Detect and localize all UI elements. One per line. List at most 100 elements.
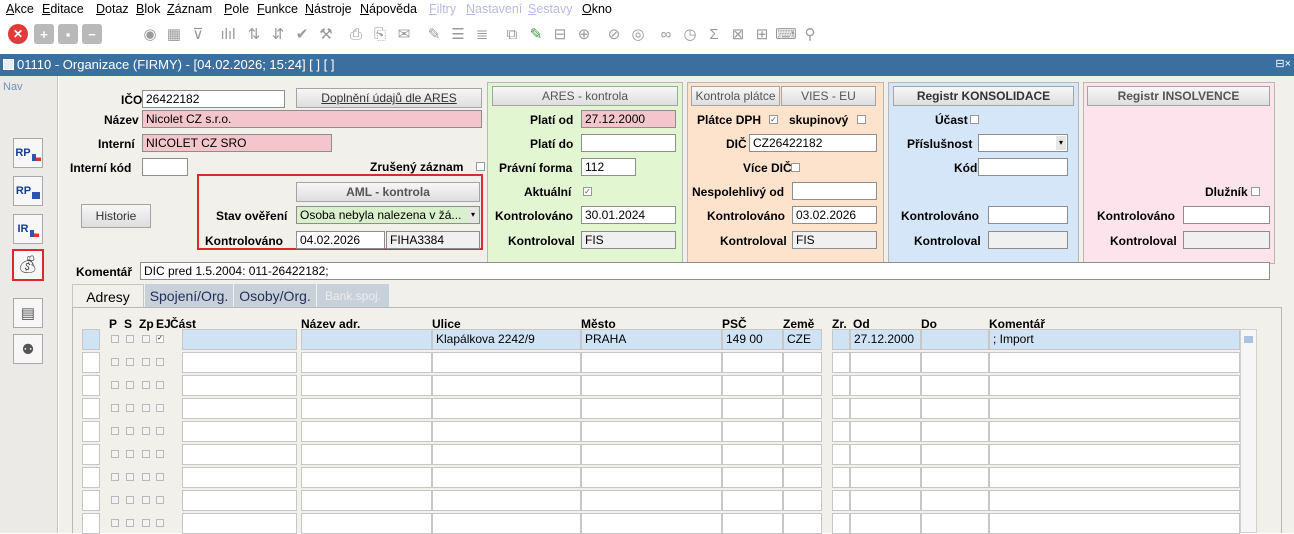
table-cell[interactable] (581, 352, 722, 373)
row-checkbox[interactable] (111, 519, 119, 527)
aml-kontrolovano-field[interactable]: 04.02.2026 (296, 231, 385, 249)
historie-button[interactable]: Historie (81, 204, 151, 228)
excel-icon[interactable]: ⊠ (728, 24, 748, 44)
row-checkbox[interactable] (126, 358, 134, 366)
table-cell[interactable] (783, 375, 822, 396)
row-checkbox[interactable] (126, 473, 134, 481)
insolvence-kontroloval-field[interactable] (1183, 231, 1270, 249)
vice-dic-checkbox[interactable] (791, 163, 800, 172)
ares-pravni-forma-field[interactable]: 112 (581, 158, 636, 176)
print-preview-icon[interactable]: ⎘ (370, 24, 390, 44)
sort-desc-icon[interactable]: ⇵ (268, 24, 288, 44)
table-cell[interactable] (722, 352, 783, 373)
row-checkbox[interactable] (156, 519, 164, 527)
row-checkbox[interactable] (111, 358, 119, 366)
nazev-field[interactable]: Nicolet CZ s.r.o. (142, 110, 482, 128)
nav-rp-eu-button[interactable]: RP (13, 176, 43, 206)
table-cell[interactable] (301, 352, 432, 373)
table-cell[interactable] (921, 467, 989, 488)
table-cell[interactable] (989, 352, 1240, 373)
chevron-down-icon[interactable]: ▾ (1056, 136, 1066, 150)
row-checkbox[interactable] (111, 450, 119, 458)
calendar-icon[interactable]: ▦ (164, 24, 184, 44)
table-cell[interactable] (432, 513, 581, 534)
table-cell[interactable] (182, 444, 297, 465)
mail-icon[interactable]: ✉ (394, 24, 414, 44)
table-cell[interactable] (921, 513, 989, 534)
row-checkbox[interactable] (126, 496, 134, 504)
row-selector[interactable] (82, 513, 100, 534)
menu-zaznam[interactable]: Záznam (167, 2, 212, 16)
menu-blok[interactable]: Blok (136, 2, 160, 16)
table-cell[interactable] (989, 375, 1240, 396)
tab-adresy[interactable]: Adresy (72, 284, 144, 308)
ares-kontrolovano-field[interactable]: 30.01.2024 (581, 206, 676, 224)
ares-kontroloval-field[interactable]: FIS (581, 231, 676, 249)
table-cell[interactable] (832, 398, 850, 419)
remove-icon[interactable]: − (82, 24, 102, 44)
row-checkbox[interactable] (142, 519, 150, 527)
menu-napoveda[interactable]: Nápověda (360, 2, 417, 16)
row-selector[interactable] (82, 329, 100, 350)
row-checkbox[interactable] (111, 381, 119, 389)
cell-ulice[interactable]: Klapálkova 2242/9 (432, 329, 581, 350)
table-cell[interactable] (581, 513, 722, 534)
row-selector[interactable] (82, 444, 100, 465)
row-checkbox[interactable] (142, 358, 150, 366)
table-cell[interactable] (182, 421, 297, 442)
row-selector[interactable] (82, 467, 100, 488)
ares-fill-button[interactable]: Doplnění údajů dle ARES (296, 88, 482, 108)
table-cell[interactable] (783, 444, 822, 465)
table-cell[interactable] (301, 398, 432, 419)
numbered-list-icon[interactable]: ≣ (472, 24, 492, 44)
table-cell[interactable] (432, 467, 581, 488)
table-cell[interactable] (432, 490, 581, 511)
insolvence-kontrolovano-field[interactable] (1183, 206, 1270, 224)
table-cell[interactable] (850, 467, 921, 488)
row-checkbox[interactable] (126, 519, 134, 527)
row-checkbox[interactable] (142, 496, 150, 504)
row-checkbox[interactable] (142, 450, 150, 458)
nespolehlivy-field[interactable] (792, 182, 877, 200)
table-cell[interactable] (832, 352, 850, 373)
globe-icon[interactable]: ⊕ (574, 24, 594, 44)
row-checkbox[interactable] (111, 496, 119, 504)
scroll-up-icon[interactable] (1244, 336, 1253, 343)
menu-funkce[interactable]: Funkce (257, 2, 298, 16)
table-cell[interactable] (581, 398, 722, 419)
ares-plati-od-field[interactable]: 27.12.2000 (581, 110, 676, 128)
table-cell[interactable] (850, 490, 921, 511)
filter-icon[interactable]: ⊽ (188, 24, 208, 44)
table-cell[interactable] (832, 467, 850, 488)
chevron-down-icon[interactable]: ▾ (468, 208, 478, 222)
cell-zeme[interactable]: CZE (783, 329, 822, 350)
row-checkbox[interactable] (142, 473, 150, 481)
row-cb-s[interactable] (126, 335, 134, 343)
table-cell[interactable] (832, 490, 850, 511)
menu-nastroje[interactable]: Nástroje (305, 2, 352, 16)
table-cell[interactable] (832, 375, 850, 396)
eye-icon[interactable]: ◎ (628, 24, 648, 44)
cell-zr[interactable] (832, 329, 850, 350)
row-checkbox[interactable] (156, 358, 164, 366)
table-cell[interactable] (301, 375, 432, 396)
nav-aml-money-bag-button[interactable]: 💰︎ (12, 249, 44, 281)
print-icon[interactable]: ⎙ (346, 24, 366, 44)
table-cell[interactable] (581, 444, 722, 465)
signpost-icon[interactable]: ⊟ (550, 24, 570, 44)
table-cell[interactable] (989, 513, 1240, 534)
table-cell[interactable] (581, 375, 722, 396)
table-cell[interactable] (182, 513, 297, 534)
nav-people-button[interactable]: ⚉ (13, 334, 43, 364)
cell-psc[interactable]: 149 00 (722, 329, 783, 350)
table-cell[interactable] (301, 513, 432, 534)
table-cell[interactable] (783, 467, 822, 488)
query-icon[interactable]: ◉ (140, 24, 160, 44)
close-icon[interactable]: ✕ (8, 24, 28, 44)
table-cell[interactable] (581, 467, 722, 488)
window-controls-icon[interactable]: ⊟× (1275, 57, 1291, 70)
table-cell[interactable] (783, 398, 822, 419)
table-cell[interactable] (722, 398, 783, 419)
table-cell[interactable] (921, 444, 989, 465)
menu-pole[interactable]: Pole (224, 2, 249, 16)
